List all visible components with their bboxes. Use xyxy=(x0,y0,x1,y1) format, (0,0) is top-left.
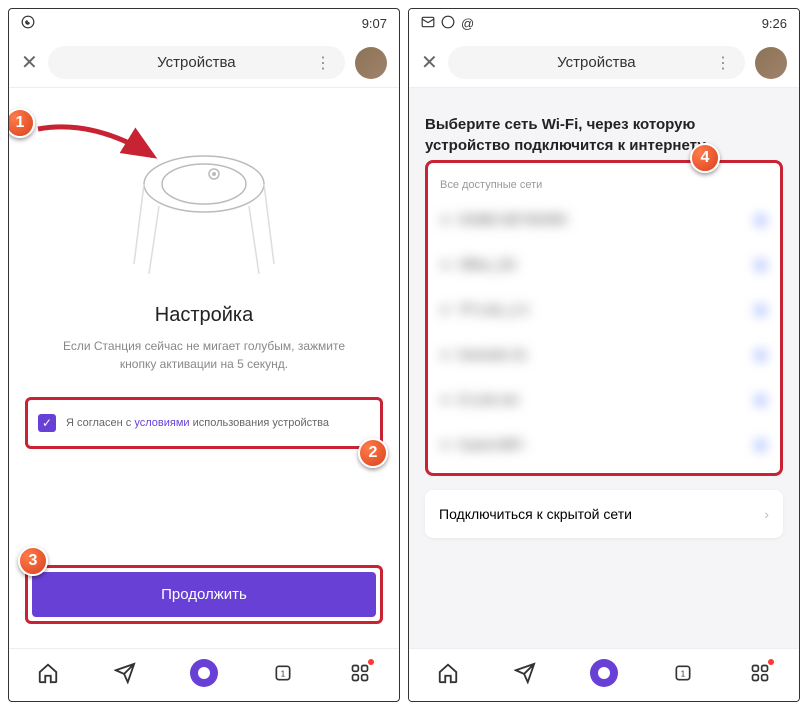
at-icon: @ xyxy=(461,16,474,31)
nav-apps-icon[interactable] xyxy=(348,661,372,685)
setup-content: 1 Настройка Если Станция сейчас не мигае… xyxy=(9,88,399,648)
badge-dot xyxy=(368,659,374,665)
whatsapp-icon xyxy=(21,15,35,32)
wifi-list: HOME-NETWORK◆ Office_5G◆ TP-Link_2.4◆ Ke… xyxy=(432,197,776,467)
phone-screen-wifi: @ 9:26 ✕ Устройства ⋮ Выберите сеть Wi-F… xyxy=(408,8,800,702)
wifi-network-item[interactable]: TP-Link_2.4◆ xyxy=(432,287,776,332)
consent-checkbox[interactable]: ✓ xyxy=(38,414,56,432)
status-time: 9:26 xyxy=(762,16,787,31)
wifi-instruction-title: Выберите сеть Wi-Fi, через которую устро… xyxy=(425,104,783,160)
status-bar: @ 9:26 xyxy=(409,9,799,38)
annotation-marker-3: 3 xyxy=(18,546,48,576)
nav-send-icon[interactable] xyxy=(513,661,537,685)
annotation-marker-2: 2 xyxy=(358,438,388,468)
wifi-content: Выберите сеть Wi-Fi, через которую устро… xyxy=(409,88,799,648)
hidden-network-button[interactable]: Подключиться к скрытой сети › xyxy=(425,490,783,538)
status-bar: 9:07 xyxy=(9,9,399,38)
header-title-pill[interactable]: Устройства ⋮ xyxy=(48,46,345,79)
terms-link[interactable]: условиями xyxy=(134,417,189,429)
hidden-network-label: Подключиться к скрытой сети xyxy=(439,506,632,522)
setup-title: Настройка xyxy=(25,304,383,327)
wifi-network-item[interactable]: Guest-WiFi◆ xyxy=(432,422,776,467)
wifi-signal-icon: ◆ xyxy=(755,391,766,408)
nav-tabs-icon[interactable]: 1 xyxy=(671,661,695,685)
nav-home-icon[interactable] xyxy=(36,661,60,685)
header-title-pill[interactable]: Устройства ⋮ xyxy=(448,46,745,79)
continue-wrap: 3 Продолжить xyxy=(25,565,383,624)
header-title: Устройства xyxy=(157,54,235,71)
consent-text: Я согласен с условиями использования уст… xyxy=(66,417,329,429)
wifi-signal-icon: ◆ xyxy=(755,211,766,228)
annotation-marker-4: 4 xyxy=(690,143,720,173)
whatsapp-icon xyxy=(441,15,455,32)
phone-screen-setup: 9:07 ✕ Устройства ⋮ 1 Настройка Если Ста… xyxy=(8,8,400,702)
close-icon[interactable]: ✕ xyxy=(421,50,438,75)
annotation-arrow xyxy=(33,114,163,174)
close-icon[interactable]: ✕ xyxy=(21,50,38,75)
wifi-network-item[interactable]: Keenetic-01◆ xyxy=(432,332,776,377)
chevron-right-icon: › xyxy=(764,506,769,522)
nav-send-icon[interactable] xyxy=(113,661,137,685)
consent-row[interactable]: ✓ Я согласен с условиями использования у… xyxy=(25,397,383,449)
wifi-signal-icon: ◆ xyxy=(755,436,766,453)
more-icon[interactable]: ⋮ xyxy=(315,53,331,73)
bottom-nav: 1 xyxy=(9,648,399,701)
more-icon[interactable]: ⋮ xyxy=(715,53,731,73)
avatar[interactable] xyxy=(355,47,387,79)
app-header: ✕ Устройства ⋮ xyxy=(409,38,799,88)
wifi-signal-icon: ◆ xyxy=(755,301,766,318)
wifi-network-item[interactable]: HOME-NETWORK◆ xyxy=(432,197,776,242)
svg-text:1: 1 xyxy=(681,668,686,678)
setup-description: Если Станция сейчас не мигает голубым, з… xyxy=(25,337,383,373)
bottom-nav: 1 xyxy=(409,648,799,701)
app-header: ✕ Устройства ⋮ xyxy=(9,38,399,88)
continue-button[interactable]: Продолжить xyxy=(32,572,376,617)
wifi-network-item[interactable]: Office_5G◆ xyxy=(432,242,776,287)
nav-apps-icon[interactable] xyxy=(748,661,772,685)
mail-icon xyxy=(421,15,435,32)
nav-home-icon[interactable] xyxy=(436,661,460,685)
wifi-signal-icon: ◆ xyxy=(755,346,766,363)
nav-tabs-icon[interactable]: 1 xyxy=(271,661,295,685)
wifi-signal-icon: ◆ xyxy=(755,256,766,273)
status-time: 9:07 xyxy=(362,16,387,31)
wifi-subtitle: Все доступные сети xyxy=(432,179,776,191)
nav-alice-icon[interactable] xyxy=(190,659,218,687)
svg-text:1: 1 xyxy=(281,668,286,678)
annotation-marker-1: 1 xyxy=(8,108,35,138)
nav-alice-icon[interactable] xyxy=(590,659,618,687)
wifi-network-item[interactable]: D-Link-net◆ xyxy=(432,377,776,422)
badge-dot xyxy=(768,659,774,665)
avatar[interactable] xyxy=(755,47,787,79)
wifi-list-container: 4 Все доступные сети HOME-NETWORK◆ Offic… xyxy=(425,160,783,476)
header-title: Устройства xyxy=(557,54,635,71)
